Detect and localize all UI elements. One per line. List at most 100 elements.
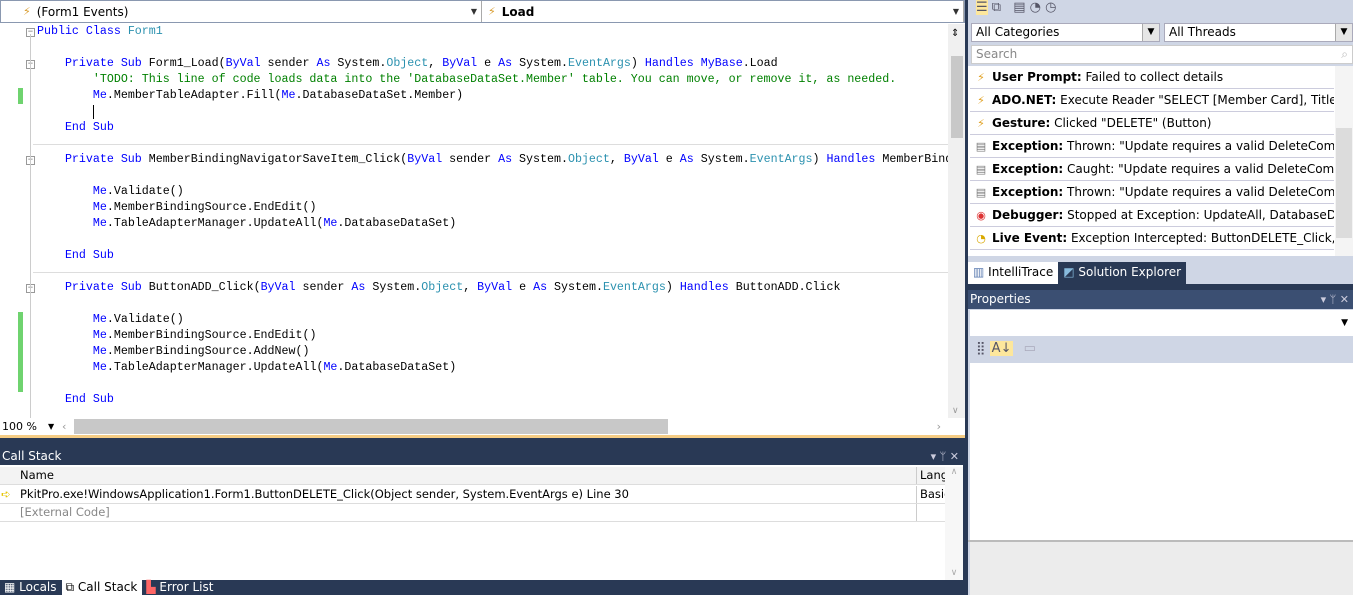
code-line[interactable]: Me.MemberTableAdapter.Fill(Me.DatabaseDa… bbox=[37, 88, 463, 104]
code-area[interactable]: Public Class Form1 Private Sub Form1_Loa… bbox=[0, 24, 948, 418]
code-token-kw: ByVal bbox=[225, 57, 268, 70]
split-icon[interactable]: ⇕ bbox=[951, 28, 959, 39]
search-placeholder: Search bbox=[976, 47, 1018, 61]
code-token-pl: sender bbox=[449, 153, 499, 166]
exception-icon: ▤ bbox=[975, 163, 987, 176]
settings-icon[interactable]: ▤ bbox=[1013, 0, 1025, 15]
code-token-pl: ) bbox=[665, 281, 680, 294]
table-row[interactable]: ➪ PkitPro.exe!WindowsApplication1.Form1.… bbox=[0, 486, 945, 504]
event-category: Exception: bbox=[992, 139, 1064, 153]
categorized-icon[interactable]: ⣿ bbox=[976, 341, 986, 356]
code-token-cm: 'TODO: This line of code loads data into… bbox=[37, 73, 897, 86]
code-line[interactable]: Me.MemberBindingSource.EndEdit() bbox=[37, 328, 317, 344]
vertical-scrollbar[interactable]: ∧ ∨ bbox=[945, 467, 963, 580]
code-line[interactable]: Me.TableAdapterManager.UpdateAll(Me.Data… bbox=[37, 360, 456, 376]
intellitrace-event[interactable]: ⚡ ADO.NET: Execute Reader "SELECT [Member… bbox=[970, 89, 1334, 112]
code-line[interactable]: End Sub bbox=[37, 120, 114, 136]
code-token-kw: ByVal bbox=[623, 153, 666, 166]
tab-label: Locals bbox=[19, 580, 57, 594]
scroll-down-icon[interactable]: ∨ bbox=[952, 406, 959, 416]
exception-icon: ▤ bbox=[975, 186, 987, 199]
code-line[interactable]: Me.MemberBindingSource.EndEdit() bbox=[37, 200, 317, 216]
scroll-right-icon[interactable]: › bbox=[937, 420, 941, 433]
category-dropdown[interactable]: All Categories ▼ bbox=[971, 23, 1160, 42]
calls-view-icon[interactable]: ⧉ bbox=[992, 0, 1001, 15]
code-token-pl: .TableAdapterManager.UpdateAll( bbox=[106, 361, 324, 374]
zoom-level[interactable]: 100 % bbox=[0, 420, 48, 433]
code-line[interactable]: End Sub bbox=[37, 392, 114, 408]
right-panel: ☰ ⧉ ▤ ◔ ◷ All Categories ▼ All Threads ▼ S… bbox=[968, 0, 1353, 595]
tab-call-stack[interactable]: ⧉ Call Stack bbox=[61, 580, 143, 595]
code-line[interactable]: Me.Validate() bbox=[37, 184, 184, 200]
list-view-icon[interactable]: ☰ bbox=[976, 0, 988, 15]
code-line[interactable]: Private Sub ButtonADD_Click(ByVal sender… bbox=[37, 280, 841, 296]
code-token-ty: Form1 bbox=[127, 25, 163, 38]
code-line[interactable]: Private Sub MemberBindingNavigatorSaveIt… bbox=[37, 152, 948, 168]
intellitrace-event[interactable]: ▤ Exception: Caught: "Update requires a v… bbox=[970, 158, 1334, 181]
text-cursor bbox=[93, 105, 94, 119]
code-line[interactable]: 'TODO: This line of code loads data into… bbox=[37, 72, 896, 88]
table-row[interactable]: [External Code] bbox=[0, 504, 945, 522]
frame-name: [External Code] bbox=[20, 505, 110, 519]
current-frame-arrow-icon: ➪ bbox=[1, 487, 11, 501]
code-line[interactable]: Me.MemberBindingSource.AddNew() bbox=[37, 344, 310, 360]
lightning-icon: ⚡ bbox=[977, 94, 985, 107]
code-token-kw: Handles bbox=[644, 57, 701, 70]
column-header-language[interactable]: Lang bbox=[916, 467, 948, 484]
scrollbar-thumb[interactable] bbox=[951, 56, 963, 138]
code-token-pl: ButtonADD_Click( bbox=[148, 281, 261, 294]
column-header-name[interactable]: Name bbox=[20, 467, 54, 484]
code-token-pl: System. bbox=[554, 281, 603, 294]
tab-solution-explorer[interactable]: ◩ Solution Explorer bbox=[1058, 262, 1187, 284]
tab-locals[interactable]: ▦ Locals bbox=[0, 580, 62, 595]
scrollbar-thumb[interactable] bbox=[1336, 128, 1352, 238]
code-token-ty: Object bbox=[567, 153, 610, 166]
method-dropdown[interactable]: ⚡ Load ▼ bbox=[482, 1, 964, 22]
code-token-kw: MyBase bbox=[700, 57, 743, 70]
code-token-kw: Me bbox=[92, 89, 107, 102]
panel-controls[interactable]: ▾ ᛘ ✕ bbox=[1321, 290, 1349, 309]
code-line[interactable]: Me.Validate() bbox=[37, 312, 184, 328]
locals-icon: ▦ bbox=[4, 580, 20, 594]
tab-error-list[interactable]: ▙ Error List bbox=[142, 580, 218, 595]
zoom-dropdown-icon[interactable]: ▼ bbox=[48, 422, 62, 431]
method-separator bbox=[33, 144, 948, 145]
tab-intellitrace[interactable]: ▥ IntelliTrace bbox=[968, 262, 1059, 284]
method-separator bbox=[33, 272, 948, 273]
alphabetical-icon[interactable]: A↓ bbox=[989, 341, 1014, 356]
history-icon[interactable]: ◔ bbox=[1030, 0, 1041, 15]
code-token-pl: ) bbox=[630, 57, 645, 70]
code-token-kw: Me bbox=[92, 345, 107, 358]
code-line[interactable]: Private Sub Form1_Load(ByVal sender As S… bbox=[37, 56, 778, 72]
scroll-left-icon[interactable]: ‹ bbox=[62, 420, 74, 433]
event-description: Exception Intercepted: ButtonDELETE_Clic… bbox=[1070, 231, 1334, 245]
search-input[interactable]: Search ⌕ bbox=[971, 45, 1353, 64]
property-pages-icon[interactable]: ▭ bbox=[1024, 341, 1036, 356]
intellitrace-event[interactable]: ◔ Live Event: Exception Intercepted: Butt… bbox=[970, 227, 1334, 250]
snapshot-icon[interactable]: ◷ bbox=[1045, 0, 1056, 15]
vertical-scrollbar[interactable]: ⇕ ∨ bbox=[948, 24, 965, 418]
panel-controls[interactable]: ▾ ᛘ ✕ bbox=[931, 448, 959, 465]
intellitrace-event[interactable]: ▤ Exception: Thrown: "Update requires a v… bbox=[970, 181, 1334, 204]
code-line[interactable]: Public Class Form1 bbox=[37, 24, 163, 40]
object-selector-dropdown[interactable]: ▼ bbox=[970, 310, 1353, 336]
code-line[interactable]: End Sub bbox=[37, 248, 114, 264]
intellitrace-event[interactable]: ▤ Exception: Thrown: "Update requires a v… bbox=[970, 135, 1334, 158]
class-dropdown[interactable]: ⚡ (Form1 Events) ▼ bbox=[1, 1, 482, 22]
horizontal-scrollbar-thumb[interactable] bbox=[74, 419, 668, 434]
vertical-scrollbar[interactable] bbox=[1335, 66, 1353, 256]
code-token-pl: .Validate() bbox=[106, 185, 184, 198]
code-token-kw: ByVal bbox=[260, 281, 303, 294]
code-token-kw: As bbox=[679, 153, 701, 166]
intellitrace-event[interactable]: ◉ Debugger: Stopped at Exception: UpdateA… bbox=[970, 204, 1334, 227]
intellitrace-event[interactable]: ⚡ Gesture: Clicked "DELETE" (Button) bbox=[970, 112, 1334, 135]
intellitrace-event[interactable]: ⚡ User Prompt: Failed to collect details bbox=[970, 66, 1334, 89]
tab-label: Solution Explorer bbox=[1078, 265, 1182, 279]
code-line[interactable]: Me.TableAdapterManager.UpdateAll(Me.Data… bbox=[37, 216, 456, 232]
code-token-kw: As bbox=[498, 57, 520, 70]
event-category: Exception: bbox=[992, 185, 1064, 199]
threads-dropdown[interactable]: All Threads ▼ bbox=[1164, 23, 1353, 42]
code-token-kw: Handles bbox=[826, 153, 883, 166]
